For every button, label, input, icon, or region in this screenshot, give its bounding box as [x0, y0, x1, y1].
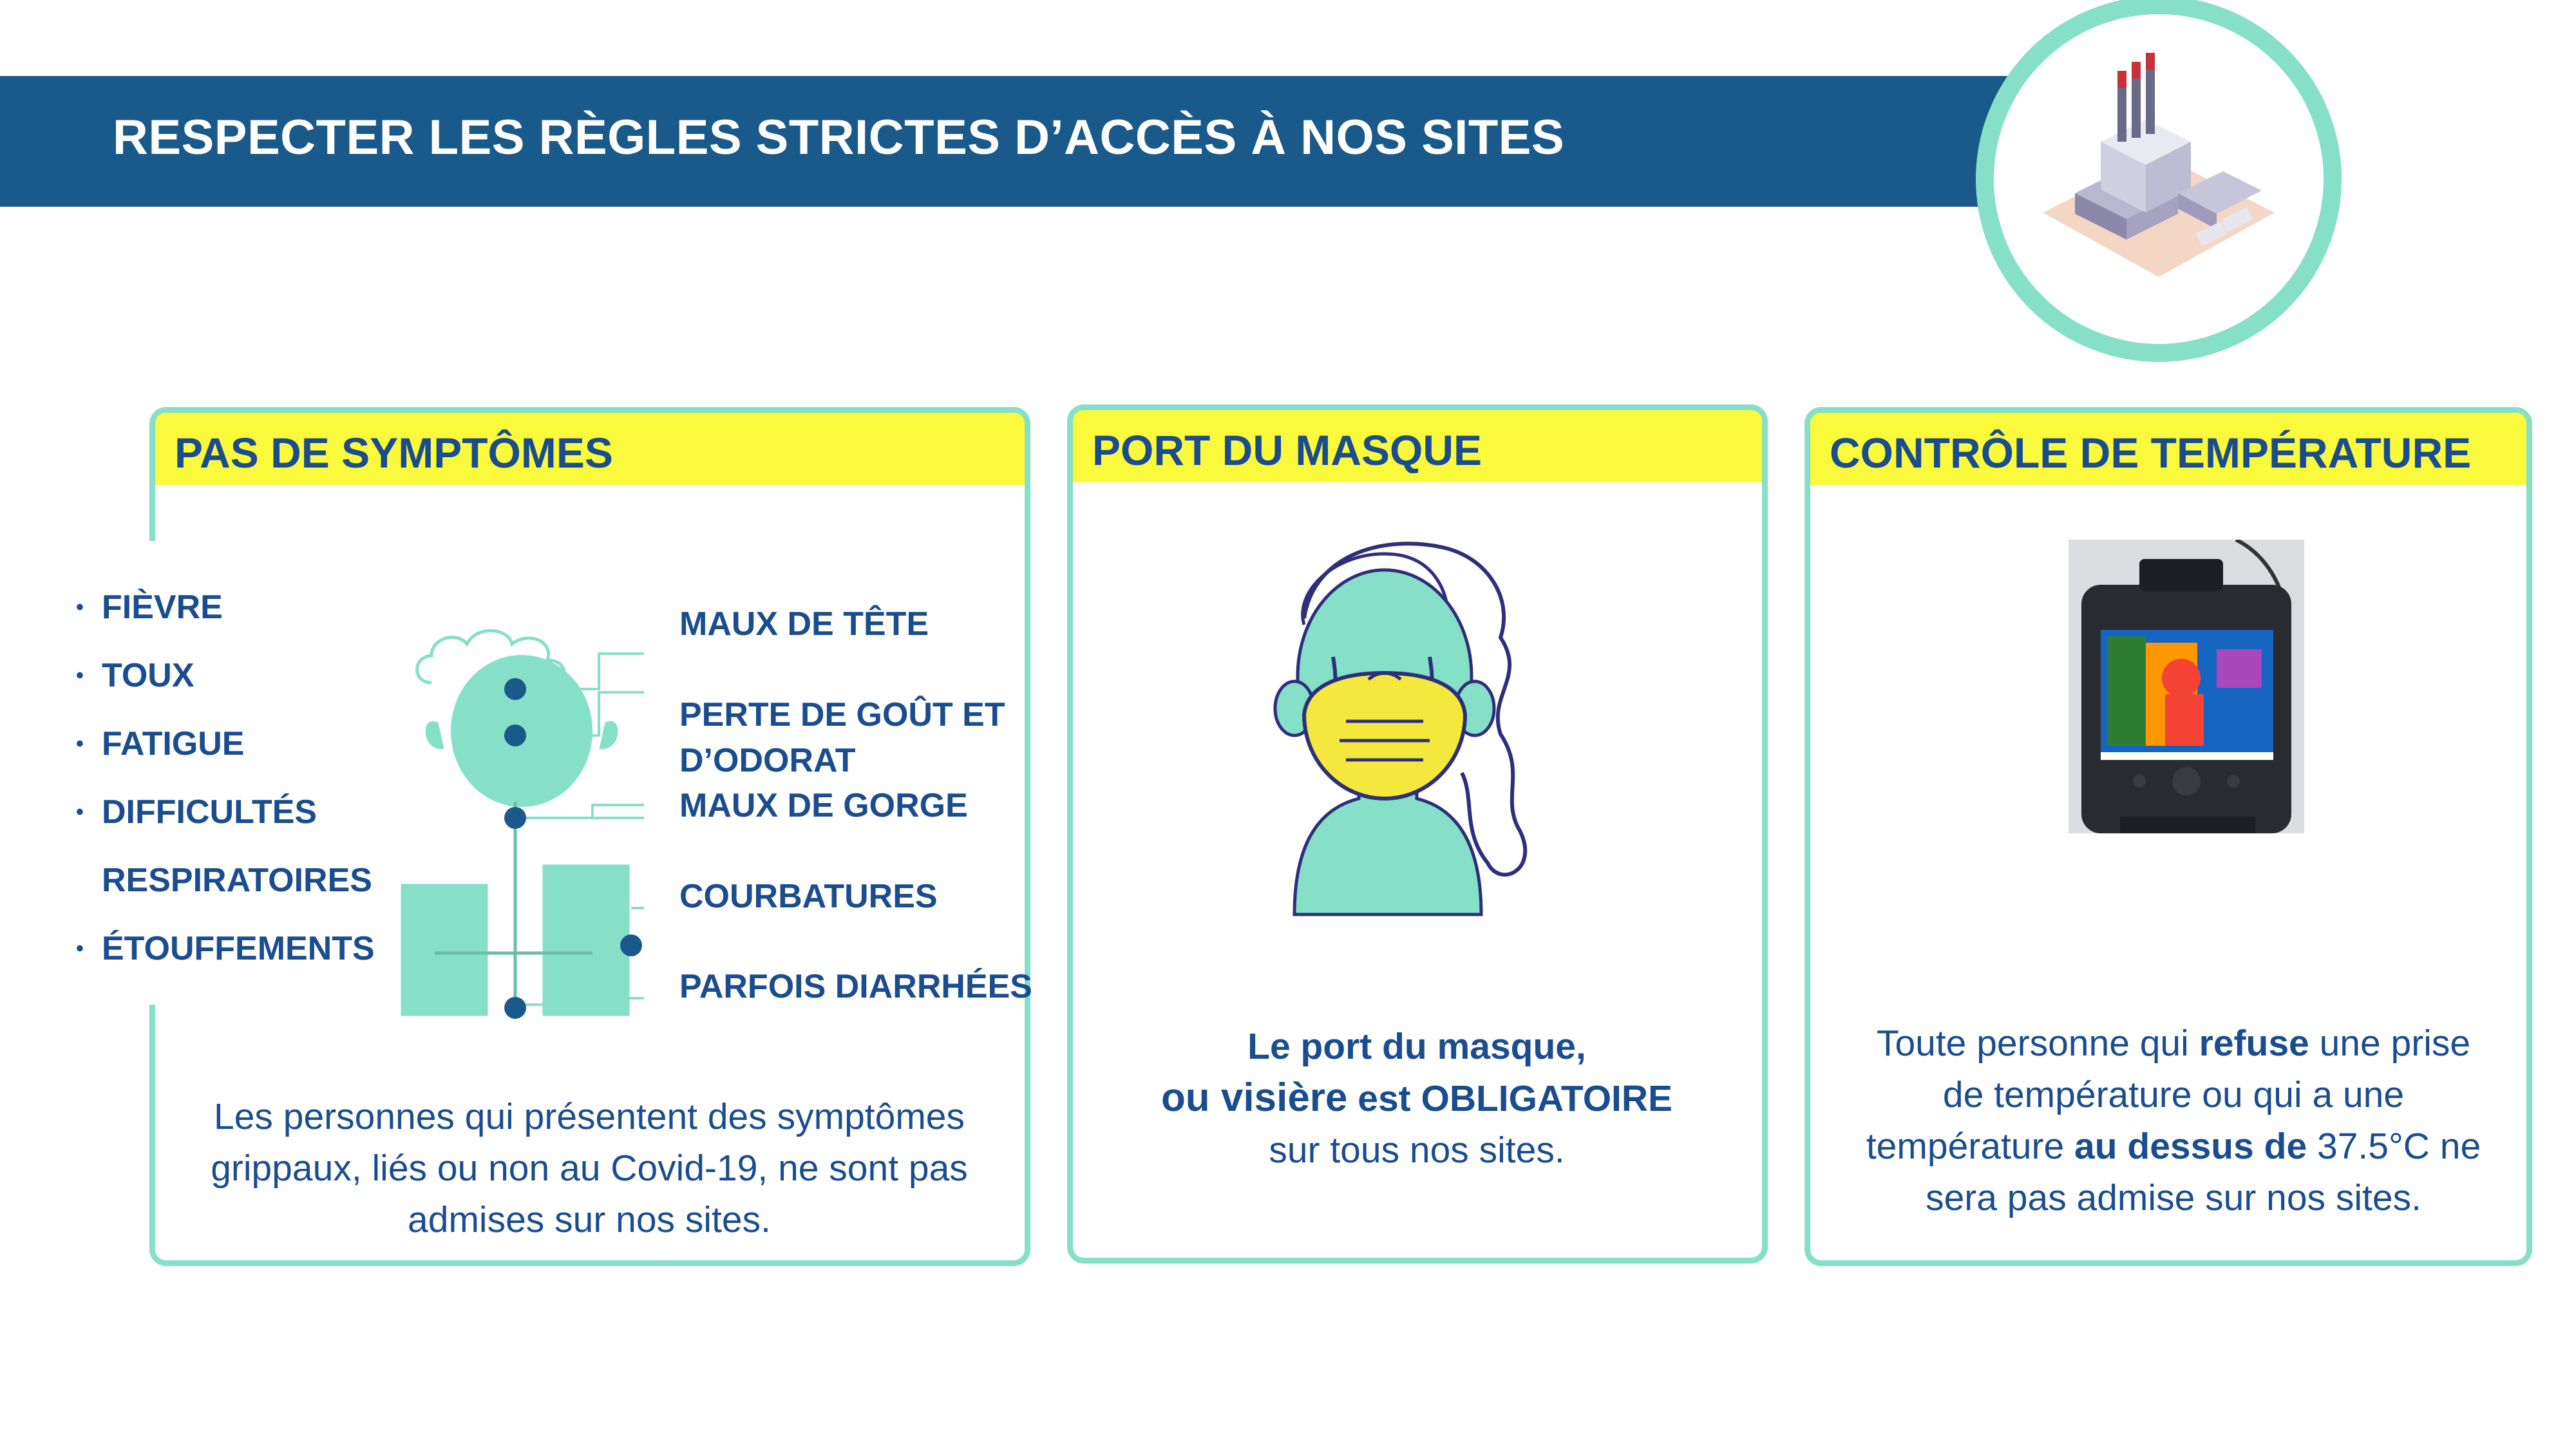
- temperature-description: Toute personne qui refuse une prise de t…: [1866, 1023, 2481, 1218]
- thermal-camera-photo: [2069, 540, 2304, 833]
- factory-icon: [1976, 0, 2342, 362]
- symptoms-bullet-list: • FIÈVRE • TOUX • FATIGUE • DIFFICULTÉS RESP…: [71, 573, 375, 983]
- symptoms-card-title: PAS DE SYMPTÔMES: [175, 429, 613, 477]
- list-item: • ÉTOUFFEMENTS: [76, 930, 375, 967]
- mask-card-title: PORT DU MASQUE: [1092, 426, 1482, 474]
- body-symptoms-illustration: [397, 629, 644, 1019]
- symptom-label-taste-smell: PERTE DE GOÛT ET: [679, 696, 1005, 734]
- list-item: • FATIGUE: [76, 725, 245, 762]
- temperature-card-title: CONTRÔLE DE TEMPÉRATURE: [1830, 429, 2472, 477]
- list-item: • FIÈVRE: [76, 589, 223, 626]
- mask-description: Le port du masque, ou visière est OBLIGA…: [1160, 1026, 1673, 1171]
- symptom-label-throat: MAUX DE GORGE: [679, 787, 968, 824]
- page-title: RESPECTER LES RÈGLES STRICTES D’ACCÈS À …: [113, 110, 1565, 165]
- list-item: • TOUX: [76, 657, 194, 694]
- masked-face-illustration: [1273, 542, 1528, 916]
- symptom-label-aches: COURBATURES: [679, 878, 938, 915]
- symptoms-description: Les personnes qui présentent des symptôm…: [211, 1096, 968, 1240]
- list-item: • DIFFICULTÉS: [76, 793, 317, 831]
- list-item: RESPIRATOIRES: [102, 862, 372, 899]
- symptom-label-taste-smell-cont: D’ODORAT: [679, 742, 856, 779]
- symptom-label-diarrhea: PARFOIS DIARRHÉES: [679, 968, 1032, 1005]
- symptom-label-headache: MAUX DE TÊTE: [679, 605, 929, 643]
